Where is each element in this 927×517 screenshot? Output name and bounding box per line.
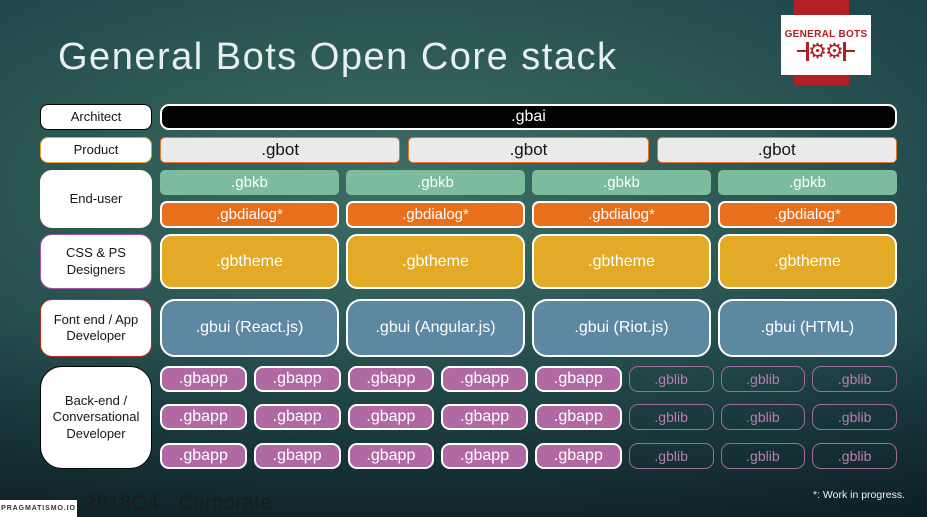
pragmatismo-logo: PRAGMATISMO.IO — [0, 500, 77, 517]
gbtheme-box: .gbtheme — [346, 234, 525, 289]
role-label-architect: Architect — [40, 104, 152, 130]
gbui-react-box: .gbui (React.js) — [160, 299, 339, 357]
gbapp-box: .gbapp — [535, 366, 622, 392]
gblib-box: .gblib — [720, 366, 806, 392]
role-label-text: End-user — [69, 190, 123, 206]
gbapp-box: .gbapp — [441, 366, 528, 392]
gbapp-box: .gbapp — [253, 366, 341, 392]
gbapp-box: .gbapp — [535, 404, 622, 430]
general-bots-logo: GENERAL BOTS ⚙ ⚙ — [781, 15, 871, 75]
gbapp-box: .gbapp — [160, 366, 247, 392]
gbapp-box: .gbapp — [160, 404, 247, 430]
gblib-box: .gblib — [812, 443, 897, 469]
gbdialog-box: .gbdialog* — [160, 201, 339, 228]
gbapp-box: .gbapp — [441, 404, 528, 430]
gbkb-row: .gbkb .gbkb .gbkb .gbkb — [160, 170, 897, 195]
gbtheme-box: .gbtheme — [718, 234, 897, 289]
gbui-html-box: .gbui (HTML) — [718, 299, 897, 357]
gbkb-box: .gbkb — [160, 170, 339, 195]
gbkb-box: .gbkb — [346, 170, 525, 195]
role-label-backend-developer: Back-end / Conversational Developer — [40, 366, 152, 469]
gbdialog-box: .gbdialog* — [718, 201, 897, 228]
gbapp-box: .gbapp — [253, 443, 341, 469]
gears-icon: ⚙ ⚙ — [797, 38, 855, 63]
gear-line-right — [845, 49, 855, 53]
gbkb-box: .gbkb — [532, 170, 711, 195]
gbdialog-box: .gbdialog* — [532, 201, 711, 228]
role-label-text: Font end / App Developer — [53, 311, 139, 343]
gbapp-box: .gbapp — [253, 404, 341, 430]
gbapp-box: .gbapp — [535, 443, 622, 469]
logo-wordmark: GENERAL BOTS — [784, 28, 868, 40]
backend-row-2: .gbapp .gbapp .gbapp .gbapp .gbapp .gbli… — [160, 404, 897, 430]
backend-row-3: .gbapp .gbapp .gbapp .gbapp .gbapp .gbli… — [160, 443, 897, 469]
gbot-box: .gbot — [408, 137, 649, 163]
role-label-text: CSS & PS Designers — [66, 245, 126, 277]
gbot-box: .gbot — [656, 137, 897, 163]
gbapp-box: .gbapp — [347, 443, 435, 469]
gear-line-left — [797, 49, 807, 53]
gbtheme-box: .gbtheme — [532, 234, 711, 289]
role-label-css-ps-designers: CSS & PS Designers — [40, 234, 152, 289]
gbai-row: .gbai — [160, 104, 897, 130]
gbtheme-row: .gbtheme .gbtheme .gbtheme .gbtheme — [160, 234, 897, 289]
gbdialog-box: .gbdialog* — [346, 201, 525, 228]
gblib-box: .gblib — [628, 443, 714, 469]
gbapp-box: .gbapp — [441, 443, 528, 469]
gblib-box: .gblib — [812, 404, 897, 430]
gbui-angular-box: .gbui (Angular.js) — [346, 299, 525, 357]
slide-title: General Bots Open Core stack — [58, 36, 618, 78]
gblib-box: .gblib — [720, 404, 806, 430]
role-label-frontend-developer: Font end / App Developer — [40, 299, 152, 357]
gbot-row: .gbot .gbot .gbot — [160, 137, 897, 163]
role-label-product: Product — [40, 137, 152, 163]
role-label-text: Product — [73, 141, 119, 157]
gbapp-box: .gbapp — [347, 404, 435, 430]
gbui-riot-box: .gbui (Riot.js) — [532, 299, 711, 357]
gbdialog-row: .gbdialog* .gbdialog* .gbdialog* .gbdial… — [160, 201, 897, 228]
gbapp-box: .gbapp — [347, 366, 435, 392]
gbtheme-box: .gbtheme — [160, 234, 339, 289]
backend-row-1: .gbapp .gbapp .gbapp .gbapp .gbapp .gbli… — [160, 366, 897, 392]
work-in-progress-footnote: *: Work in progress. — [812, 489, 905, 501]
gbui-row: .gbui (React.js) .gbui (Angular.js) .gbu… — [160, 299, 897, 357]
slide-footer-caption: 2018Q4 - Corporate — [85, 492, 272, 514]
role-label-text: Architect — [70, 108, 122, 124]
role-label-text: Back-end / Conversational Developer — [52, 393, 140, 441]
gblib-box: .gblib — [628, 366, 714, 392]
gear-icon: ⚙ — [825, 38, 844, 63]
pragmatismo-logo-text: PRAGMATISMO.IO — [1, 505, 76, 512]
gbapp-box: .gbapp — [160, 443, 247, 469]
gbkb-box: .gbkb — [718, 170, 897, 195]
gblib-box: .gblib — [812, 366, 897, 392]
gbai-box: .gbai — [160, 104, 897, 130]
gbot-box: .gbot — [160, 137, 401, 163]
role-label-end-user: End-user — [40, 170, 152, 228]
gblib-box: .gblib — [720, 443, 806, 469]
slide: General Bots Open Core stack GENERAL BOT… — [0, 0, 927, 517]
gblib-box: .gblib — [628, 404, 714, 430]
